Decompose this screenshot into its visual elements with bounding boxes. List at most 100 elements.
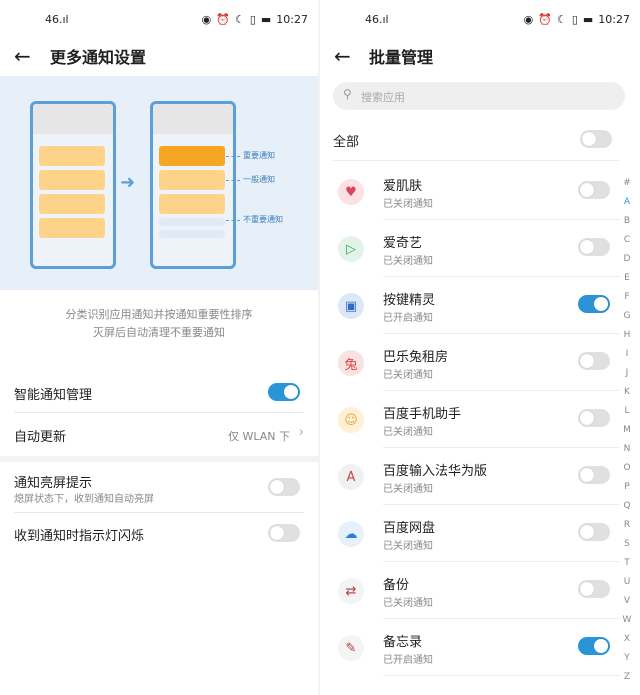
index-letter[interactable]: D: [620, 250, 634, 269]
phone-after-illustration: [150, 101, 236, 269]
app-notification-toggle[interactable]: [578, 238, 610, 256]
app-name: 按键精灵: [383, 293, 436, 308]
backup-icon: ⇄: [338, 578, 364, 604]
app-notification-toggle[interactable]: [578, 523, 610, 541]
index-letter[interactable]: Q: [620, 497, 634, 516]
page-title: 更多通知设置: [50, 48, 147, 67]
app-row[interactable]: A 百度输入法华为版 已关闭通知: [320, 448, 620, 505]
app-notification-toggle[interactable]: [578, 637, 610, 655]
app-notification-status: 已关闭通知: [383, 484, 433, 495]
select-all-label: 全部: [333, 135, 360, 150]
app-row[interactable]: ☁ 百度网盘 已关闭通知: [320, 505, 620, 562]
app-notification-status: 已关闭通知: [383, 370, 433, 381]
status-bar: 46.ıl ◉ ⏰ ☾ ▯ ▬ 10:27: [365, 13, 630, 26]
app-name: 百度网盘: [383, 521, 436, 536]
batch-management-screen: 46.ıl ◉ ⏰ ☾ ▯ ▬ 10:27 ← 批量管理 ⚲ 搜索应用 全部 ♥…: [320, 0, 640, 695]
indicator-light-row[interactable]: 收到通知时指示灯闪烁: [0, 513, 318, 553]
index-letter[interactable]: G: [620, 307, 634, 326]
app-notification-status: 已关闭通知: [383, 256, 433, 267]
app-notification-status: 已开启通知: [383, 655, 433, 666]
app-notification-toggle[interactable]: [578, 409, 610, 427]
back-arrow-icon[interactable]: ←: [334, 44, 356, 68]
rabbit-icon: 兔: [338, 350, 364, 376]
app-notification-status: 已关闭通知: [383, 199, 433, 210]
app-notification-toggle[interactable]: [578, 580, 610, 598]
index-letter[interactable]: M: [620, 421, 634, 440]
phone-before-illustration: [30, 101, 116, 269]
search-icon: ⚲: [343, 87, 352, 101]
app-notification-toggle[interactable]: [578, 181, 610, 199]
app-notification-status: 已关闭通知: [383, 541, 433, 552]
clock: 10:27: [276, 13, 308, 26]
tag-important: 重要通知: [243, 151, 275, 160]
moon-icon: ☾: [234, 13, 245, 26]
index-letter[interactable]: P: [620, 478, 634, 497]
index-letter[interactable]: H: [620, 326, 634, 345]
index-letter[interactable]: O: [620, 459, 634, 478]
index-letter[interactable]: K: [620, 383, 634, 402]
index-letter[interactable]: Z: [620, 668, 634, 687]
vibrate-icon: ▯: [249, 13, 256, 26]
heart-icon: ♥: [338, 179, 364, 205]
header: ← 批量管理: [320, 36, 640, 76]
clock: 10:27: [598, 13, 630, 26]
index-letter[interactable]: E: [620, 269, 634, 288]
index-letter[interactable]: X: [620, 630, 634, 649]
app-row[interactable]: ⇄ 备份已关闭通知: [320, 562, 620, 619]
search-input[interactable]: ⚲ 搜索应用: [333, 82, 625, 110]
index-letter[interactable]: T: [620, 554, 634, 573]
index-letter[interactable]: S: [620, 535, 634, 554]
eye-icon: ◉: [523, 13, 534, 26]
select-all-toggle[interactable]: [580, 130, 612, 148]
illustration: ➜ 重要通知 一般通知 不重要通知: [0, 76, 318, 290]
index-letter[interactable]: C: [620, 231, 634, 250]
app-notification-toggle[interactable]: [578, 295, 610, 313]
app-row[interactable]: ☺ 百度手机助手 已关闭通知: [320, 391, 620, 448]
smart-notification-row[interactable]: 智能通知管理: [0, 374, 318, 412]
smile-icon: ☺: [338, 407, 364, 433]
header: ← 更多通知设置: [0, 36, 318, 76]
index-letter[interactable]: N: [620, 440, 634, 459]
app-notification-status: 已开启通知: [383, 313, 433, 324]
indicator-light-toggle[interactable]: [268, 524, 300, 542]
back-arrow-icon[interactable]: ←: [14, 44, 36, 68]
index-letter[interactable]: F: [620, 288, 634, 307]
app-notification-toggle[interactable]: [578, 352, 610, 370]
screen-wake-row[interactable]: 通知亮屏提示 熄屏状态下，收到通知自动亮屏: [0, 462, 318, 512]
battery-icon: ▬: [260, 13, 272, 26]
index-letter[interactable]: J: [620, 364, 634, 383]
index-letter[interactable]: W: [620, 611, 634, 630]
app-name: 备份: [383, 578, 410, 593]
app-name: 百度手机助手: [383, 407, 462, 422]
index-letter[interactable]: I: [620, 345, 634, 364]
app-notification-status: 已关闭通知: [383, 598, 433, 609]
index-letter[interactable]: L: [620, 402, 634, 421]
index-letter[interactable]: R: [620, 516, 634, 535]
arrow-right-icon: ➜: [120, 172, 136, 193]
tag-normal: 一般通知: [243, 175, 275, 184]
alarm-icon: ⏰: [538, 13, 552, 26]
app-row[interactable]: 兔 巴乐兔租房 已关闭通知: [320, 334, 620, 391]
app-row[interactable]: ♥ 爱肌肤 已关闭通知: [320, 163, 620, 220]
alarm-icon: ⏰: [216, 13, 230, 26]
smart-notification-toggle[interactable]: [268, 383, 300, 401]
app-name: 爱奇艺: [383, 236, 423, 251]
index-letter[interactable]: U: [620, 573, 634, 592]
app-row[interactable]: ▷ 爱奇艺 已关闭通知: [320, 220, 620, 277]
index-letter[interactable]: Y: [620, 649, 634, 668]
index-letter[interactable]: B: [620, 212, 634, 231]
auto-update-row[interactable]: 自动更新 仅 WLAN 下 ›: [0, 413, 318, 455]
index-letter[interactable]: V: [620, 592, 634, 611]
index-letter[interactable]: A: [620, 193, 634, 212]
app-notification-toggle[interactable]: [578, 466, 610, 484]
battery-icon: ▬: [582, 13, 594, 26]
app-name: 备忘录: [383, 635, 423, 650]
screen-wake-toggle[interactable]: [268, 478, 300, 496]
signal-indicator: 46.ıl: [45, 13, 69, 26]
moon-icon: ☾: [556, 13, 567, 26]
app-row[interactable]: ▣ 按键精灵 已开启通知: [320, 277, 620, 334]
auto-update-value: 仅 WLAN 下: [227, 430, 290, 443]
app-row[interactable]: ✎ 备忘录 已开启通知: [320, 619, 620, 676]
alphabet-index[interactable]: # A B C D E F G H I J K L M N O P Q R S T U V W X Y Z: [620, 174, 634, 687]
index-letter[interactable]: #: [620, 174, 634, 193]
